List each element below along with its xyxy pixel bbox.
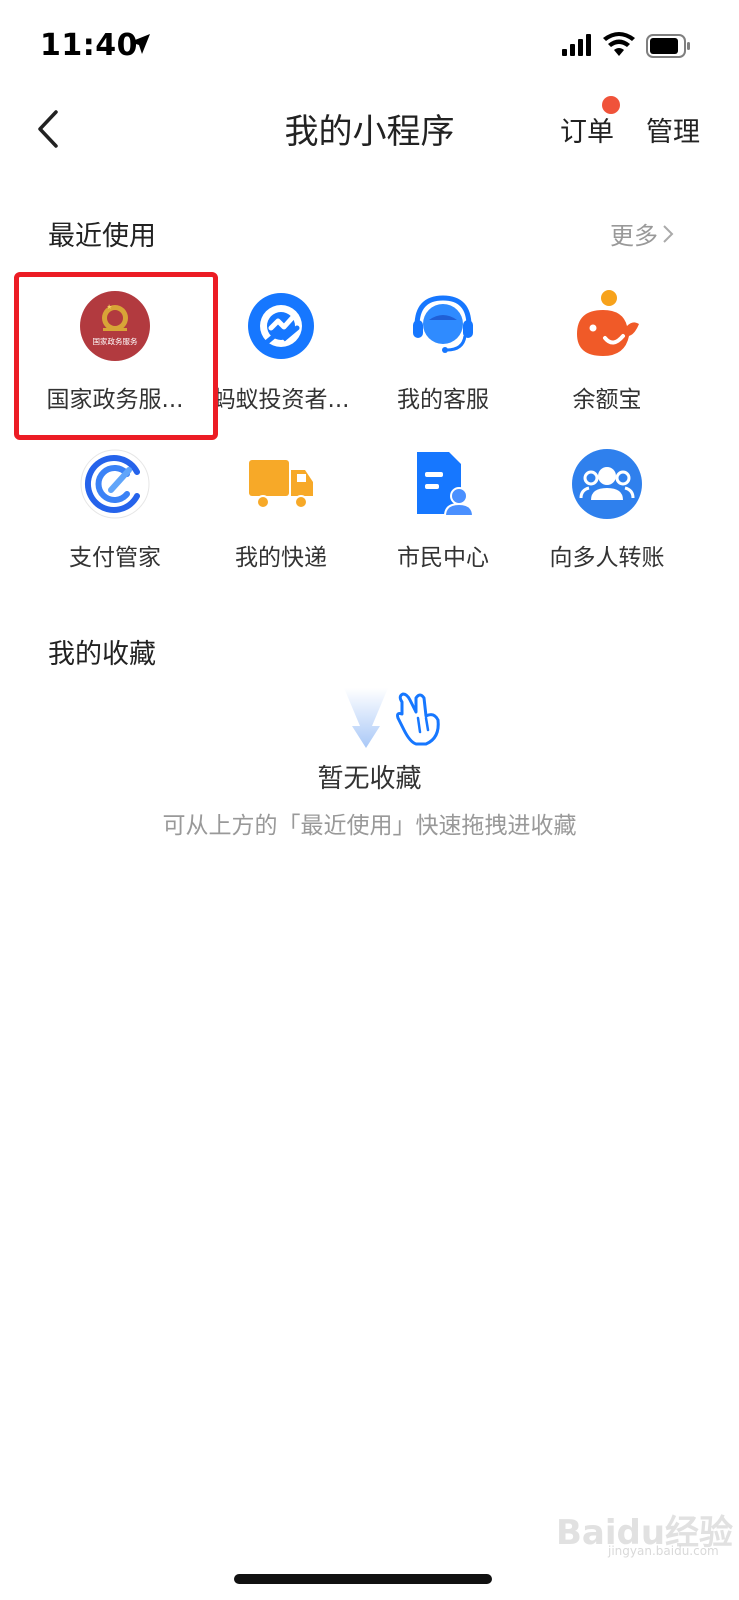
chevron-right-icon — [663, 224, 674, 243]
payment-manager-icon — [80, 449, 150, 519]
orders-button[interactable]: 订单 — [560, 110, 614, 149]
app-label: 蚂蚁投资者... — [212, 387, 350, 413]
cellular-signal-icon — [562, 34, 591, 56]
more-link[interactable]: 更多 — [610, 216, 674, 251]
recent-section-title: 最近使用 — [48, 221, 156, 252]
home-indicator[interactable] — [234, 1574, 492, 1584]
mini-app-yuebao[interactable]: 余额宝 — [522, 290, 692, 430]
multi-transfer-icon — [572, 449, 642, 519]
app-label: 国家政务服... — [46, 387, 184, 413]
yuebao-icon — [577, 290, 639, 356]
delivery-truck-icon — [249, 460, 313, 509]
status-bar: 11:40 — [0, 0, 739, 92]
app-label: 向多人转账 — [549, 545, 665, 571]
gov-badge-text: 国家政务服务 — [93, 336, 138, 346]
app-label: 余额宝 — [572, 387, 642, 413]
favorites-section-title: 我的收藏 — [48, 639, 156, 670]
empty-state-title: 暂无收藏 — [317, 764, 422, 794]
mini-app-ant-investor[interactable]: 蚂蚁投资者... — [196, 290, 366, 430]
empty-state-hint: 可从上方的「最近使用」快速拖拽进收藏 — [162, 813, 577, 839]
status-time: 11:40 — [40, 28, 138, 63]
app-label: 我的快递 — [235, 545, 327, 571]
battery-icon — [646, 34, 690, 58]
customer-service-icon — [413, 295, 473, 353]
back-chevron-icon[interactable] — [30, 106, 70, 152]
mini-app-citizen-center[interactable]: 市民中心 — [358, 448, 528, 588]
mini-app-national-gov-service[interactable]: 国家政务服务 国家政务服... — [30, 290, 200, 430]
ant-investor-icon — [248, 293, 314, 359]
watermark-url: jingyan.baidu.com — [608, 1544, 719, 1558]
more-label: 更多 — [610, 222, 658, 250]
manage-button[interactable]: 管理 — [646, 110, 700, 149]
wifi-icon — [603, 32, 635, 56]
mini-app-delivery[interactable]: 我的快递 — [196, 448, 366, 588]
app-label: 我的客服 — [397, 387, 489, 413]
mini-app-multi-transfer[interactable]: 向多人转账 — [522, 448, 692, 588]
app-label: 市民中心 — [397, 545, 489, 571]
location-arrow-icon — [130, 34, 150, 54]
mini-app-customer-service[interactable]: 我的客服 — [358, 290, 528, 430]
mini-app-payment-manager[interactable]: 支付管家 — [30, 448, 200, 588]
drag-hint-icon — [344, 688, 440, 748]
app-label: 支付管家 — [69, 545, 161, 571]
notification-dot — [602, 96, 620, 114]
page-title: 我的小程序 — [284, 112, 455, 152]
national-gov-service-icon: 国家政务服务 — [80, 291, 150, 361]
citizen-center-icon — [417, 452, 475, 517]
